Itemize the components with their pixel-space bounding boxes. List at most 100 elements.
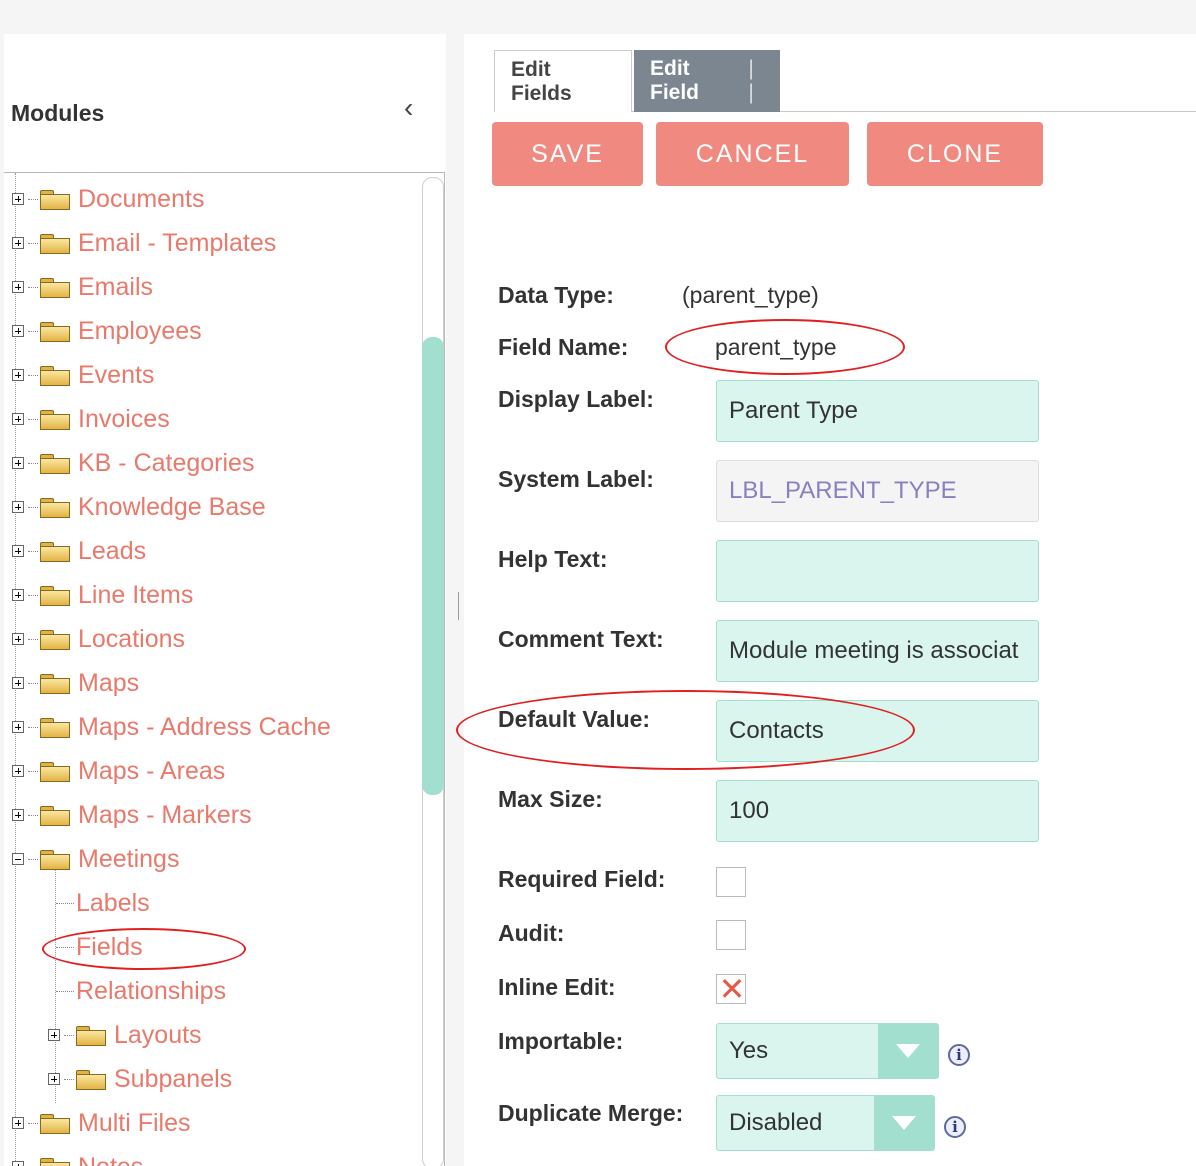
display-label-input[interactable]: Parent Type (716, 380, 1039, 442)
tree-item-knowledge-base[interactable]: Knowledge Base (12, 485, 266, 529)
audit-checkbox[interactable] (716, 920, 746, 950)
expand-icon[interactable] (12, 677, 24, 689)
tree-item-documents[interactable]: Documents (12, 177, 204, 221)
expand-icon[interactable] (12, 457, 24, 469)
field-name-value: parent_type (715, 334, 837, 360)
folder-icon (40, 1157, 70, 1166)
tree-item-leads[interactable]: Leads (12, 529, 146, 573)
save-button[interactable]: SAVE (492, 122, 643, 186)
expand-icon[interactable] (12, 281, 24, 293)
comment-text-input[interactable]: Module meeting is associat (716, 620, 1039, 682)
folder-icon (40, 409, 70, 430)
tree-item-relationships[interactable]: Relationships (56, 969, 226, 1013)
inline-edit-label: Inline Edit: (498, 974, 616, 1000)
folder-icon (40, 585, 70, 606)
folder-icon (40, 673, 70, 694)
expand-icon[interactable] (48, 1073, 60, 1085)
folder-icon (40, 233, 70, 254)
folder-icon (76, 1069, 106, 1090)
default-value-label: Default Value: (498, 706, 651, 732)
help-text-input[interactable] (716, 540, 1039, 602)
duplicate-merge-select[interactable]: Disabled (716, 1095, 935, 1151)
importable-select[interactable]: Yes (716, 1023, 939, 1079)
tree-item-kb-categories[interactable]: KB - Categories (12, 441, 254, 485)
tree-item-layouts[interactable]: Layouts (48, 1013, 202, 1057)
help-text-label: Help Text: (498, 546, 608, 572)
folder-icon (40, 321, 70, 342)
info-icon[interactable]: i (944, 1116, 966, 1138)
tree-item-maps-markers[interactable]: Maps - Markers (12, 793, 252, 837)
importable-label: Importable: (498, 1028, 624, 1054)
module-tree: Documents Email - Templates Emails Emplo… (4, 172, 445, 1166)
tab-edit-field[interactable]: Edit Field | | (634, 50, 780, 112)
duplicate-merge-label: Duplicate Merge: (498, 1100, 684, 1126)
collapse-icon[interactable] (12, 853, 24, 865)
folder-icon (40, 541, 70, 562)
tree-item-multi-files[interactable]: Multi Files (12, 1101, 191, 1145)
folder-icon (76, 1025, 106, 1046)
checkmark-x-icon: ✕ (718, 971, 746, 1007)
system-label-label: System Label: (498, 466, 654, 492)
tree-item-email-templates[interactable]: Email - Templates (12, 221, 276, 265)
tree-item-subpanels[interactable]: Subpanels (48, 1057, 232, 1101)
expand-icon[interactable] (12, 589, 24, 601)
tree-item-line-items[interactable]: Line Items (12, 573, 193, 617)
folder-icon (40, 761, 70, 782)
expand-icon[interactable] (12, 1117, 24, 1129)
info-icon[interactable]: i (948, 1044, 970, 1066)
data-type-value: (parent_type) (682, 282, 819, 308)
expand-icon[interactable] (48, 1029, 60, 1041)
expand-icon[interactable] (12, 765, 24, 777)
tree-item-maps-areas[interactable]: Maps - Areas (12, 749, 225, 793)
tree-item-labels[interactable]: Labels (56, 881, 150, 925)
expand-icon[interactable] (12, 809, 24, 821)
module-sidebar: ‹ Modules Documents Email - Templates Em… (4, 34, 446, 1166)
comment-text-label: Comment Text: (498, 626, 664, 652)
expand-icon[interactable] (12, 1161, 24, 1166)
tree-item-emails[interactable]: Emails (12, 265, 153, 309)
required-field-checkbox[interactable] (716, 867, 746, 897)
tree-item-events[interactable]: Events (12, 353, 154, 397)
display-label-label: Display Label: (498, 386, 654, 412)
sidebar-title: Modules (11, 100, 105, 126)
expand-icon[interactable] (12, 369, 24, 381)
expand-icon[interactable] (12, 325, 24, 337)
cancel-button[interactable]: CANCEL (656, 122, 849, 186)
dropdown-arrow-icon[interactable] (874, 1096, 934, 1150)
dropdown-arrow-icon[interactable] (878, 1024, 938, 1078)
max-size-label: Max Size: (498, 786, 603, 812)
expand-icon[interactable] (12, 545, 24, 557)
expand-icon[interactable] (12, 501, 24, 513)
folder-icon (40, 717, 70, 738)
tree-item-maps[interactable]: Maps (12, 661, 139, 705)
system-label-input: LBL_PARENT_TYPE (716, 460, 1039, 522)
field-name-label: Field Name: (498, 334, 629, 360)
edit-field-panel: Edit Fields Edit Field | | SAVE CANCEL C… (456, 34, 1196, 1166)
tree-item-locations[interactable]: Locations (12, 617, 185, 661)
expand-icon[interactable] (12, 633, 24, 645)
collapse-sidebar-icon[interactable]: ‹ (404, 92, 413, 124)
tree-item-maps-address-cache[interactable]: Maps - Address Cache (12, 705, 331, 749)
folder-icon (40, 453, 70, 474)
folder-icon (40, 497, 70, 518)
tree-item-fields[interactable]: Fields (56, 925, 143, 969)
clone-button[interactable]: CLONE (867, 122, 1043, 186)
expand-icon[interactable] (12, 193, 24, 205)
inline-edit-checkbox[interactable]: ✕ (716, 971, 746, 1007)
required-field-label: Required Field: (498, 866, 666, 892)
folder-icon (40, 629, 70, 650)
tab-separator: | | (748, 57, 754, 104)
default-value-input[interactable]: Contacts (716, 700, 1039, 762)
folder-icon (40, 1113, 70, 1134)
tree-item-employees[interactable]: Employees (12, 309, 202, 353)
tree-item-notes[interactable]: Notes (12, 1145, 143, 1166)
tree-item-invoices[interactable]: Invoices (12, 397, 170, 441)
expand-icon[interactable] (12, 237, 24, 249)
tab-edit-fields[interactable]: Edit Fields (494, 50, 632, 112)
folder-icon (40, 277, 70, 298)
expand-icon[interactable] (12, 413, 24, 425)
expand-icon[interactable] (12, 721, 24, 733)
tree-item-meetings[interactable]: Meetings (12, 837, 179, 881)
max-size-input[interactable]: 100 (716, 780, 1039, 842)
tree-scrollbar-thumb[interactable] (422, 337, 444, 795)
